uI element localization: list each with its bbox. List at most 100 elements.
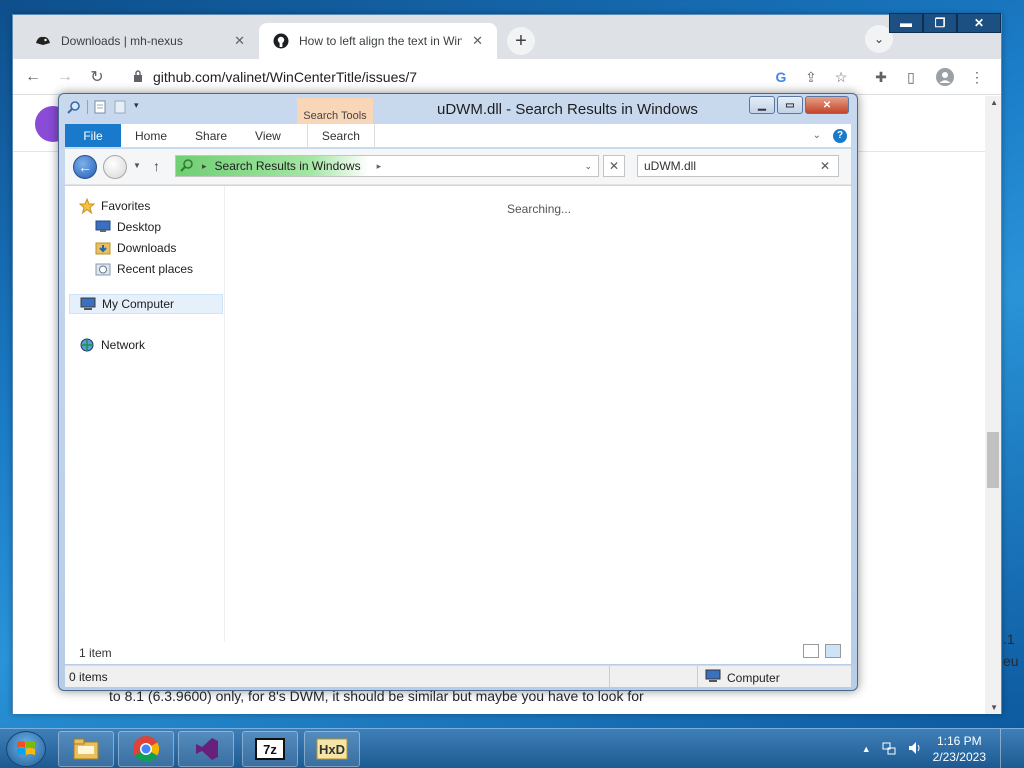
tab-downloads-mh-nexus[interactable]: Downloads | mh-nexus ✕ — [21, 23, 259, 59]
visual-studio-icon — [196, 738, 218, 760]
forward-arrow-icon[interactable] — [103, 155, 127, 179]
page-scrollbar[interactable]: ▲ ▼ — [985, 96, 1001, 714]
share-icon[interactable]: ⇪ — [799, 65, 823, 89]
windows-logo-icon — [17, 741, 35, 755]
taskbar-chrome-button[interactable] — [118, 731, 174, 767]
nav-label: Downloads — [117, 241, 177, 255]
minimize-button[interactable]: ▁ — [749, 96, 775, 114]
address-bar-row: ← ▼ ↑ ▸ Search Results in Windows ▸ ⌄ ✕ … — [65, 149, 851, 185]
details-view-icon[interactable] — [803, 644, 819, 658]
ribbon-tabs: File Home Share View Search ⌄ ? — [65, 124, 851, 148]
path-progress: ▸ Search Results in Windows — [176, 156, 369, 176]
page-side-text: .1 — [1003, 631, 1015, 647]
up-arrow-icon[interactable]: ↑ — [153, 158, 160, 174]
tab-github-issue[interactable]: How to left align the text in Winc ✕ — [259, 23, 497, 59]
taskbar-visual-studio-button[interactable] — [178, 731, 234, 767]
tab-share[interactable]: Share — [181, 124, 241, 147]
google-translate-icon[interactable]: G — [769, 65, 793, 89]
tab-home[interactable]: Home — [121, 124, 181, 147]
address-history-chevron-down-icon[interactable]: ⌄ — [584, 161, 592, 172]
results-footer: 1 item — [65, 642, 851, 664]
network-icon[interactable] — [881, 740, 897, 759]
nav-desktop[interactable]: Desktop — [95, 219, 161, 235]
taskbar: 7z HxD ▲ 1:16 PM 2/23/2023 — [0, 728, 1024, 768]
volume-icon[interactable] — [907, 740, 923, 759]
show-desktop-button[interactable] — [1000, 729, 1010, 768]
taskbar-explorer-button[interactable] — [58, 731, 114, 767]
forward-arrow-icon[interactable]: → — [53, 65, 77, 89]
nav-downloads[interactable]: Downloads — [95, 240, 176, 256]
search-input[interactable]: uDWM.dll ✕ — [637, 155, 839, 177]
search-folder-icon[interactable] — [67, 100, 81, 114]
scroll-down-icon[interactable]: ▼ — [990, 703, 998, 712]
minimize-button[interactable]: ▬ — [889, 13, 923, 33]
recent-places-icon — [95, 261, 111, 277]
taskbar-7zip-button[interactable]: 7z — [242, 731, 298, 767]
menu-kebab-icon[interactable]: ⋮ — [965, 65, 989, 89]
omnibox[interactable]: github.com/valinet/WinCenterTitle/issues… — [123, 63, 863, 91]
back-arrow-icon[interactable]: ← — [21, 65, 45, 89]
tab-view[interactable]: View — [241, 124, 295, 147]
search-query: uDWM.dll — [644, 159, 697, 173]
close-button[interactable]: ✕ — [805, 96, 849, 114]
maximize-button[interactable]: ▭ — [777, 96, 803, 114]
svg-text:7z: 7z — [263, 742, 277, 757]
nav-my-computer[interactable]: My Computer — [69, 294, 223, 314]
tab-close-icon[interactable]: ✕ — [234, 33, 245, 49]
tab-title: How to left align the text in Winc — [299, 34, 463, 48]
url-text: github.com/valinet/WinCenterTitle/issues… — [153, 69, 418, 85]
customize-qat-chevron-down-icon[interactable]: ▾ — [134, 100, 144, 114]
clear-search-icon[interactable]: ✕ — [820, 159, 830, 173]
show-hidden-icons-chevron-up-icon[interactable]: ▲ — [862, 744, 871, 754]
searching-status: Searching... — [507, 202, 572, 216]
lock-icon — [133, 69, 143, 85]
new-folder-icon[interactable] — [114, 100, 128, 114]
explorer-window: ▾ Search Tools uDWM.dll - Search Results… — [58, 93, 858, 691]
path-segment[interactable]: Search Results in Windows — [215, 159, 361, 173]
back-arrow-icon[interactable]: ← — [73, 155, 97, 179]
close-button[interactable]: ✕ — [957, 13, 1001, 33]
reload-icon[interactable]: ↻ — [85, 65, 109, 89]
address-path[interactable]: ▸ Search Results in Windows ▸ ⌄ — [175, 155, 599, 177]
extensions-puzzle-icon[interactable]: ✚ — [869, 65, 893, 89]
side-panel-icon[interactable]: ▯ — [899, 65, 923, 89]
large-icons-view-icon[interactable] — [825, 644, 841, 658]
nav-recent-places[interactable]: Recent places — [95, 261, 193, 277]
stop-search-icon[interactable]: ✕ — [603, 155, 625, 177]
new-tab-button[interactable]: + — [507, 27, 535, 55]
help-icon[interactable]: ? — [833, 128, 847, 143]
maximize-button[interactable]: ❐ — [923, 13, 957, 33]
github-favicon-icon — [273, 33, 289, 49]
path-chevron-icon[interactable]: ▸ — [377, 161, 382, 172]
profile-avatar-icon[interactable] — [933, 65, 957, 89]
nav-network[interactable]: Network — [79, 337, 145, 353]
scroll-up-icon[interactable]: ▲ — [990, 98, 998, 107]
pane-item-count: 1 item — [79, 646, 112, 660]
explorer-window-controls: ▁ ▭ ✕ — [749, 96, 849, 114]
nav-label: Recent places — [117, 262, 194, 276]
tab-close-icon[interactable]: ✕ — [472, 33, 483, 49]
taskbar-hxd-button[interactable]: HxD — [304, 731, 360, 767]
clock-date: 2/23/2023 — [932, 750, 986, 764]
computer-icon — [80, 296, 96, 312]
nav-favorites[interactable]: Favorites — [78, 197, 150, 215]
bookmark-star-icon[interactable]: ☆ — [829, 65, 853, 89]
clock[interactable]: 1:16 PM 2/23/2023 — [933, 733, 986, 765]
status-divider — [609, 666, 610, 688]
recent-locations-chevron-down-icon[interactable]: ▼ — [133, 161, 141, 170]
7zip-icon: 7z — [255, 738, 285, 760]
system-tray: ▲ 1:16 PM 2/23/2023 — [862, 729, 1024, 768]
scrollbar-thumb[interactable] — [987, 432, 999, 488]
start-button[interactable] — [6, 731, 46, 767]
tab-file[interactable]: File — [65, 124, 121, 147]
clock-time: 1:16 PM — [936, 734, 982, 748]
properties-icon[interactable] — [94, 100, 108, 114]
explorer-titlebar[interactable]: ▾ Search Tools uDWM.dll - Search Results… — [59, 94, 857, 134]
status-bar: 0 items Computer — [65, 665, 851, 688]
tab-search[interactable]: Search — [306, 124, 375, 147]
expand-ribbon-chevron-down-icon[interactable]: ⌄ — [813, 130, 821, 141]
path-chevron-icon[interactable]: ▸ — [202, 161, 207, 172]
svg-text:HxD: HxD — [319, 742, 345, 757]
status-location-label: Computer — [727, 670, 780, 685]
chrome-tab-strip: Downloads | mh-nexus ✕ How to left align… — [13, 13, 1001, 59]
